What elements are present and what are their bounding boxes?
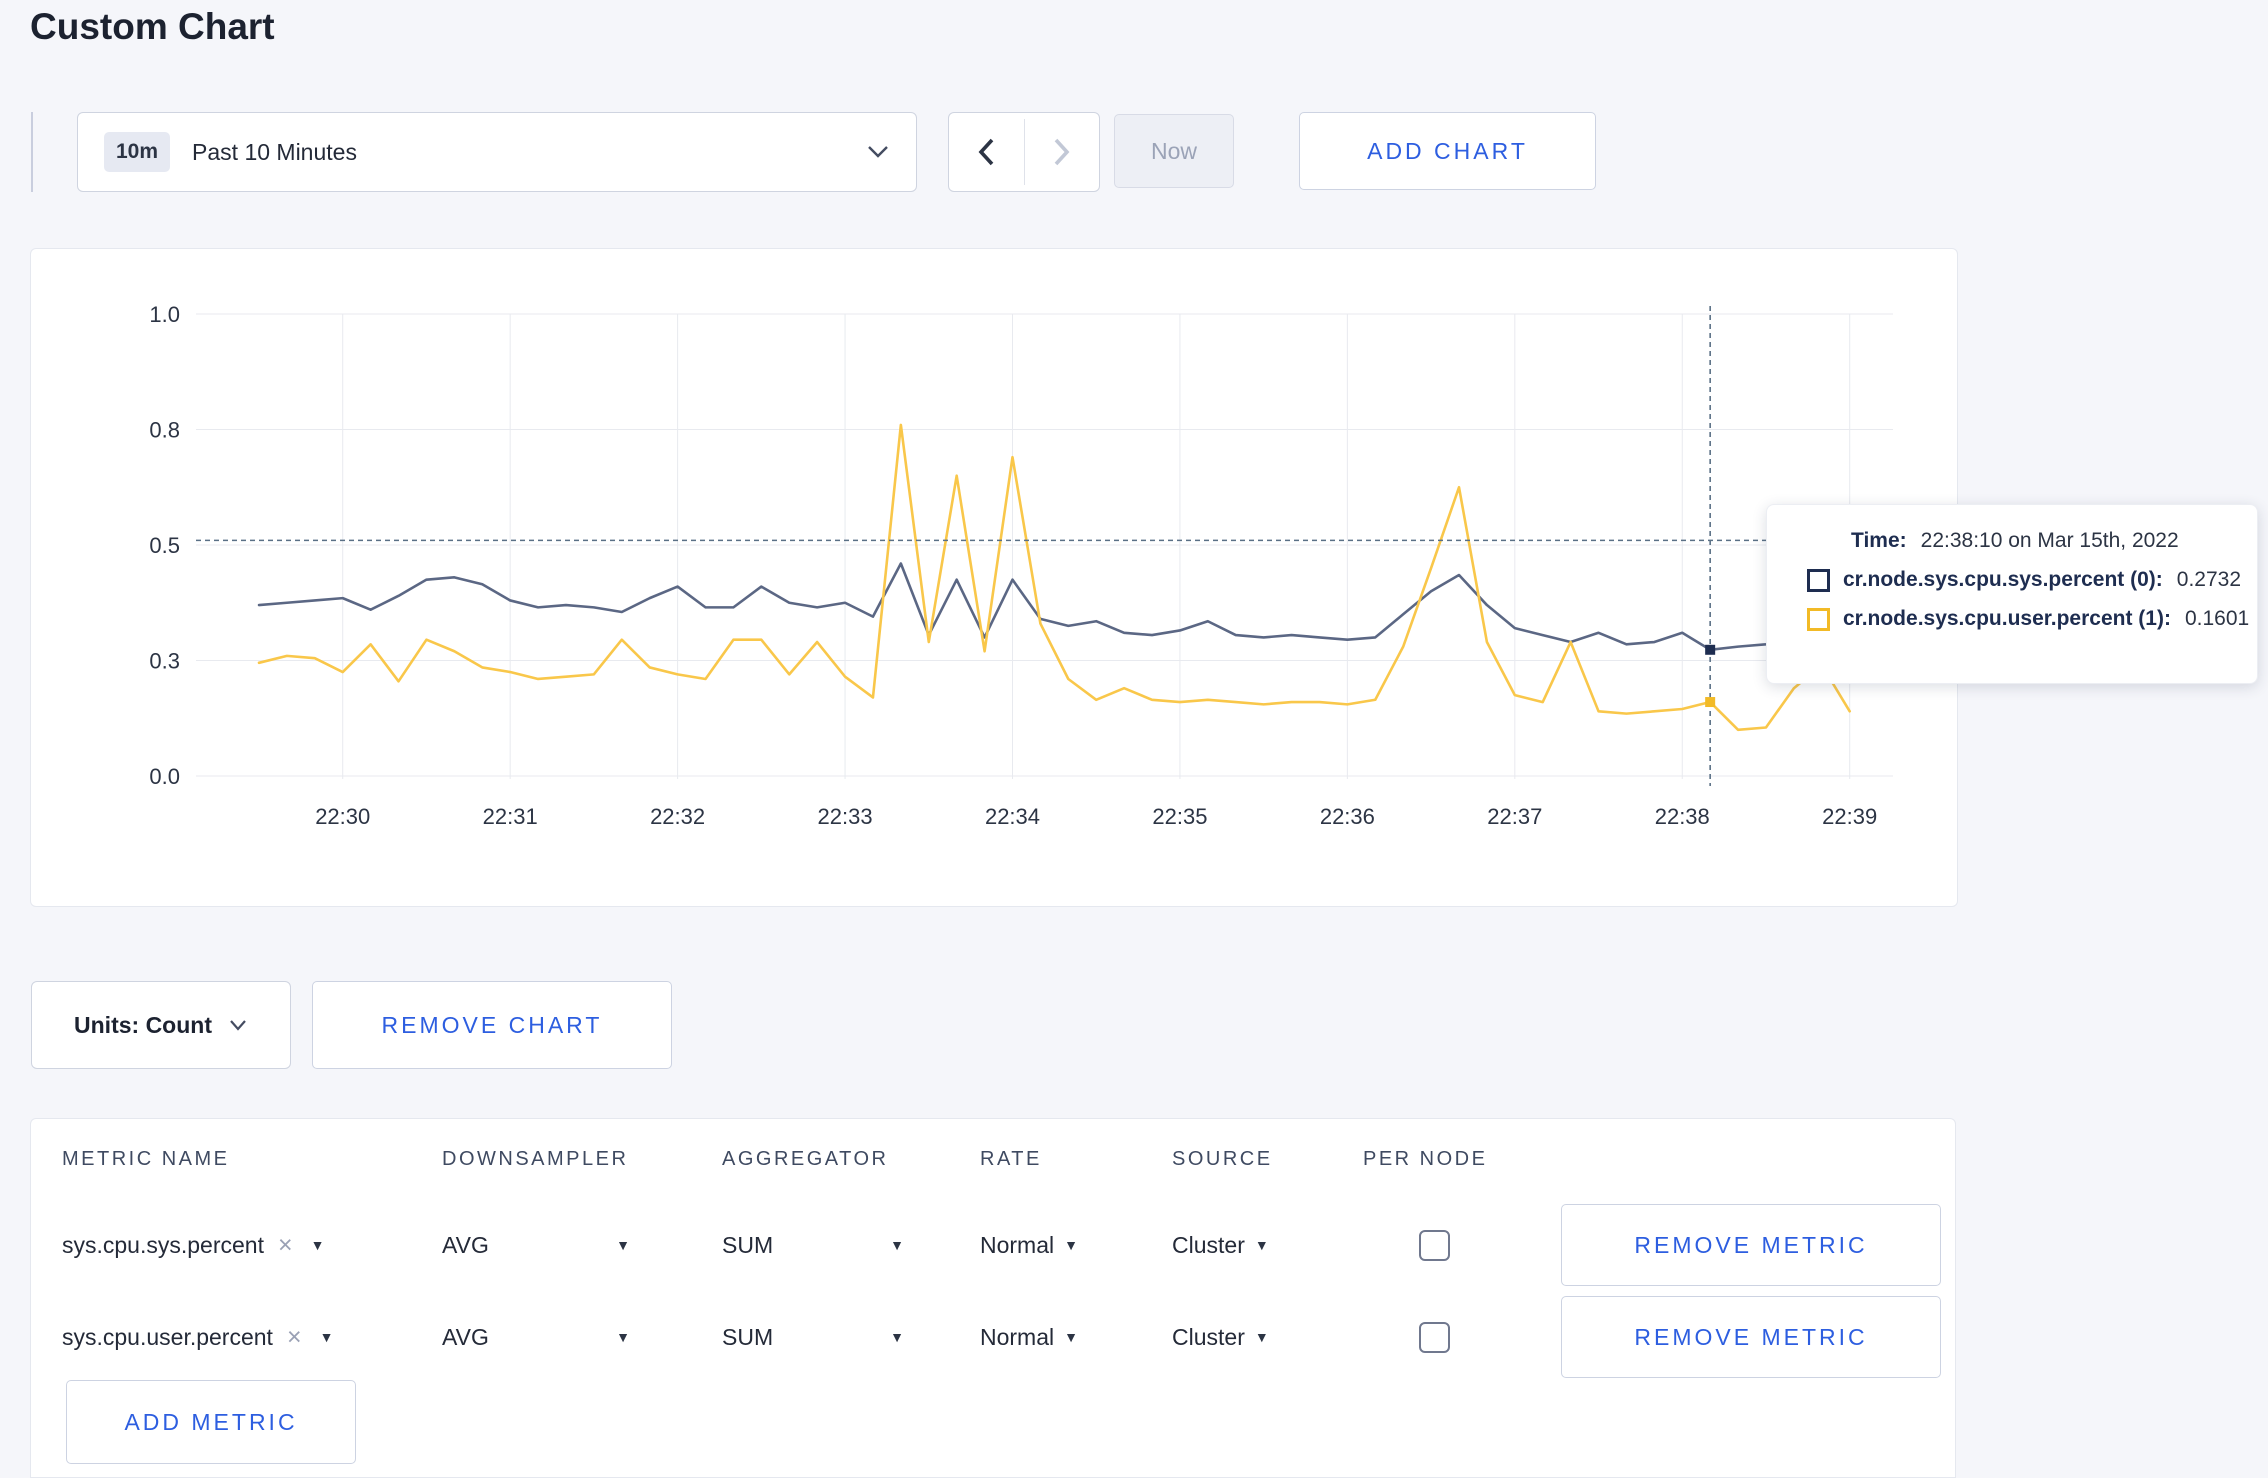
dropdown-triangle-icon: ▼: [319, 1329, 334, 1345]
time-range-badge: 10m: [104, 132, 171, 172]
chevron-down-icon: [230, 1020, 246, 1031]
per-node-checkbox[interactable]: [1419, 1229, 1450, 1261]
dropdown-triangle-icon: ▼: [1064, 1329, 1078, 1345]
time-range-label: Past 10 Minutes: [192, 138, 357, 165]
series-line: [257, 562, 1851, 652]
page-title: Custom Chart: [30, 6, 275, 47]
chevron-left-icon: [978, 138, 994, 166]
time-prev-button[interactable]: [949, 113, 1024, 191]
col-header-aggregator: AGGREGATOR: [722, 1147, 889, 1170]
x-tick-label: 22:32: [650, 804, 705, 829]
metric-name-text: sys.cpu.user.percent: [62, 1323, 273, 1350]
dropdown-triangle-icon: ▼: [616, 1329, 630, 1345]
per-node-checkbox[interactable]: [1419, 1321, 1450, 1353]
series-user-swatch-icon: [1807, 607, 1830, 631]
x-tick-label: 22:39: [1822, 804, 1877, 829]
x-tick-label: 22:33: [818, 804, 873, 829]
dropdown-triangle-icon: ▼: [1254, 1237, 1269, 1253]
col-header-metric-name: METRIC NAME: [62, 1147, 230, 1170]
hover-point-marker: [1705, 644, 1716, 655]
tooltip-time-value: 22:38:10 on Mar 15th, 2022: [1920, 529, 2179, 552]
y-tick-label: 1.0: [149, 302, 180, 327]
now-button[interactable]: Now: [1114, 114, 1234, 188]
chart-card: 0.0 0.3 0.5 0.8 1.0 22:30 22:31 22:32 22:33 22:34…: [30, 248, 2258, 907]
col-header-per-node: PER NODE: [1363, 1147, 1488, 1170]
dropdown-triangle-icon: ▼: [1254, 1329, 1269, 1345]
x-tick-label: 22:35: [1152, 804, 1207, 829]
time-pager: [948, 112, 1100, 192]
custom-chart-page: Custom Chart 10m Past 10 Minutes Now ADD…: [0, 0, 2268, 1478]
y-tick-label: 0.3: [149, 649, 180, 674]
tooltip-series-0-label: cr.node.sys.cpu.sys.percent (0):: [1843, 568, 2163, 591]
rate-select[interactable]: Normal ▼: [980, 1324, 1172, 1351]
chevron-right-icon: [1054, 138, 1070, 166]
tooltip-series-0-value: 0.2732: [2176, 568, 2242, 591]
chart-tooltip: Time: 22:38:10 on Mar 15th, 2022 cr.node…: [1766, 504, 2258, 684]
y-tick-label: 0.5: [149, 533, 180, 558]
chevron-down-icon: [868, 146, 888, 158]
metrics-table: METRIC NAME DOWNSAMPLER AGGREGATOR RATE …: [30, 1118, 1956, 1478]
metric-name-select[interactable]: sys.cpu.user.percent × ▼: [62, 1323, 442, 1352]
dropdown-triangle-icon: ▼: [310, 1237, 325, 1253]
dropdown-triangle-icon: ▼: [616, 1237, 630, 1253]
remove-metric-x-icon[interactable]: ×: [278, 1231, 293, 1260]
hover-point-marker: [1705, 697, 1716, 708]
y-tick-label: 0.8: [149, 418, 180, 443]
metric-name-text: sys.cpu.sys.percent: [62, 1231, 264, 1258]
dropdown-triangle-icon: ▼: [890, 1329, 904, 1345]
tooltip-series-1-label: cr.node.sys.cpu.user.percent (1):: [1843, 607, 2171, 630]
x-tick-label: 22:30: [315, 804, 370, 829]
x-tick-label: 22:37: [1487, 804, 1542, 829]
toolbar-divider: [31, 112, 33, 192]
downsampler-select[interactable]: AVG ▼: [442, 1324, 722, 1351]
remove-metric-x-icon[interactable]: ×: [287, 1323, 302, 1352]
remove-metric-button[interactable]: REMOVE METRIC: [1561, 1204, 1941, 1286]
downsampler-select[interactable]: AVG ▼: [442, 1232, 722, 1259]
line-chart[interactable]: 0.0 0.3 0.5 0.8 1.0 22:30 22:31 22:32 22:33 22:34…: [31, 249, 1957, 911]
units-dropdown[interactable]: Units: Count: [31, 981, 291, 1069]
table-row: sys.cpu.sys.percent × ▼ AVG ▼ SUM ▼ Normal…: [31, 1199, 1955, 1291]
col-header-downsampler: DOWNSAMPLER: [442, 1147, 629, 1170]
metrics-table-header: METRIC NAME DOWNSAMPLER AGGREGATOR RATE …: [31, 1119, 1955, 1199]
tooltip-series-1-value: 0.1601: [2184, 607, 2250, 630]
aggregator-select[interactable]: SUM ▼: [722, 1232, 980, 1259]
y-tick-label: 0.0: [149, 764, 180, 789]
col-header-source: SOURCE: [1172, 1147, 1273, 1170]
remove-chart-button[interactable]: REMOVE CHART: [312, 981, 672, 1069]
metric-name-select[interactable]: sys.cpu.sys.percent × ▼: [62, 1231, 442, 1260]
x-tick-label: 22:36: [1320, 804, 1375, 829]
dropdown-triangle-icon: ▼: [1064, 1237, 1078, 1253]
x-tick-label: 22:34: [985, 804, 1040, 829]
rate-select[interactable]: Normal ▼: [980, 1232, 1172, 1259]
add-chart-button[interactable]: ADD CHART: [1299, 112, 1596, 190]
col-header-rate: RATE: [980, 1147, 1042, 1170]
tooltip-time-label: Time:: [1851, 529, 1907, 552]
series-sys-swatch-icon: [1807, 568, 1830, 592]
units-label: Units: Count: [74, 1011, 212, 1038]
dropdown-triangle-icon: ▼: [890, 1237, 904, 1253]
x-tick-label: 22:38: [1655, 804, 1710, 829]
table-row: sys.cpu.user.percent × ▼ AVG ▼ SUM ▼ Norma…: [31, 1291, 1955, 1383]
source-select[interactable]: Cluster ▼: [1172, 1232, 1363, 1259]
remove-metric-button[interactable]: REMOVE METRIC: [1561, 1296, 1941, 1378]
time-next-button[interactable]: [1025, 113, 1100, 191]
x-tick-label: 22:31: [483, 804, 538, 829]
source-select[interactable]: Cluster ▼: [1172, 1324, 1363, 1351]
time-range-dropdown[interactable]: 10m Past 10 Minutes: [77, 112, 917, 192]
aggregator-select[interactable]: SUM ▼: [722, 1324, 980, 1351]
add-metric-button[interactable]: ADD METRIC: [66, 1380, 356, 1464]
series-line: [257, 423, 1851, 732]
